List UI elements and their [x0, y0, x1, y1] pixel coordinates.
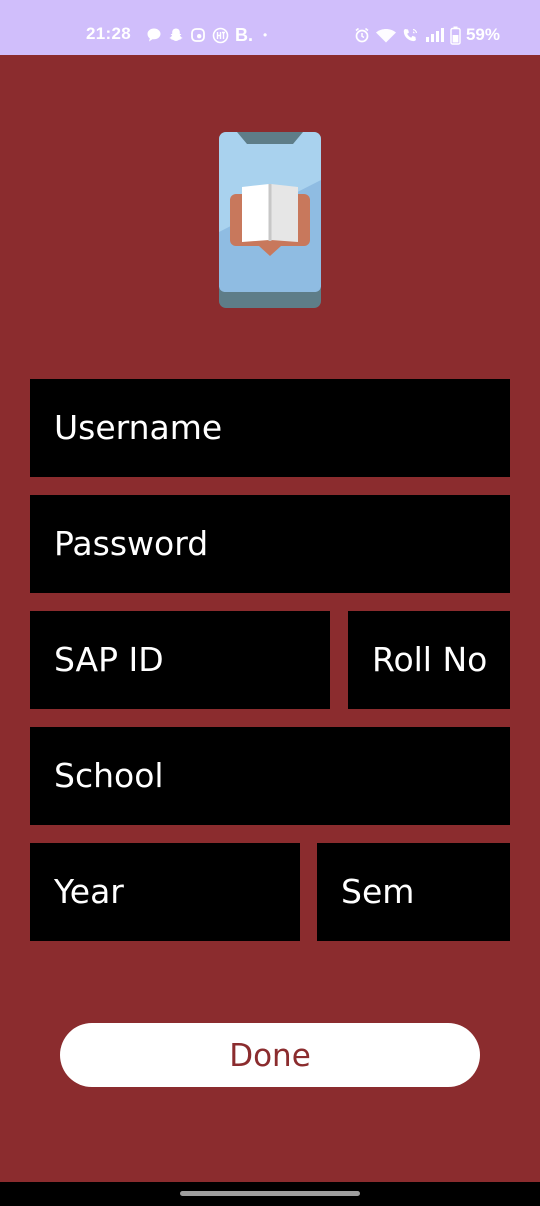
wifi-icon — [375, 27, 397, 43]
sap-id-field[interactable]: SAP ID — [30, 611, 330, 709]
system-icons: 59% — [354, 24, 500, 46]
chat-bubble-icon — [146, 27, 162, 43]
status-time: 21:28 — [86, 24, 131, 43]
messenger-icon — [190, 27, 206, 43]
phone-book-icon — [219, 132, 321, 308]
hindustan-times-icon — [212, 27, 229, 44]
roll-no-field[interactable]: Roll No — [348, 611, 510, 709]
wifi-calling-icon — [402, 27, 420, 43]
year-field[interactable]: Year — [30, 843, 300, 941]
alarm-icon — [354, 27, 370, 43]
username-field[interactable]: Username — [30, 379, 510, 477]
notification-icons: B. • — [146, 24, 267, 46]
school-field[interactable]: School — [30, 727, 510, 825]
signal-icon — [425, 27, 445, 43]
status-bar: 21:28 B. • 59% — [0, 0, 540, 55]
done-button[interactable]: Done — [60, 1023, 480, 1087]
home-gesture-handle[interactable] — [180, 1191, 360, 1196]
password-field[interactable]: Password — [30, 495, 510, 593]
sem-field[interactable]: Sem — [317, 843, 510, 941]
battery-percent: 59% — [465, 25, 500, 44]
navigation-bar — [0, 1182, 540, 1206]
bold-b-icon: B. — [235, 24, 253, 45]
more-notifications-dot-icon: • — [263, 28, 268, 42]
battery-icon — [450, 26, 461, 45]
snapchat-icon — [168, 27, 184, 43]
